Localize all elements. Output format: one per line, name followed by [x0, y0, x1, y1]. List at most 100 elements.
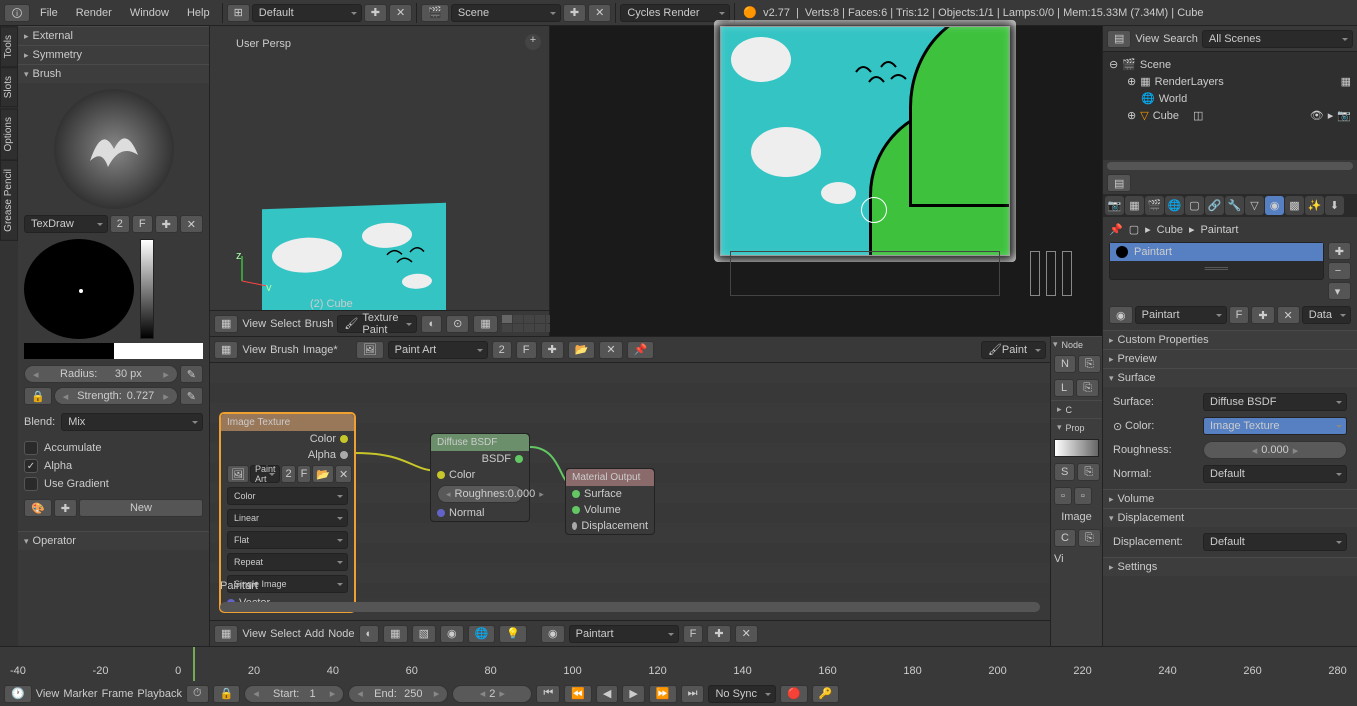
prev-key-icon[interactable]: ⏪ — [564, 685, 592, 703]
normal-dd[interactable]: Default — [1203, 465, 1347, 483]
panel-preview[interactable]: Preview — [1103, 349, 1357, 368]
slot-remove[interactable]: − — [1328, 262, 1351, 280]
shader-obj-icon[interactable]: ◉ — [440, 625, 464, 643]
node-diffuse-bsdf[interactable]: Diffuse BSDF BSDF Color Roughnes:0.000 N… — [430, 433, 530, 522]
shading-icon[interactable]: ◐ — [421, 315, 442, 333]
bc-mat[interactable]: Paintart — [1200, 224, 1238, 236]
mat-link[interactable]: Data — [1302, 306, 1351, 324]
ptab-world[interactable]: 🌐 — [1165, 196, 1184, 215]
outliner-view[interactable]: View — [1135, 33, 1159, 45]
node-canvas[interactable]: Image Texture Color Alpha 🖼 Paint Art 2 … — [210, 363, 1050, 598]
material-slot-list[interactable]: Paintart ═══ — [1109, 242, 1324, 280]
image-users[interactable]: 2 — [492, 341, 512, 359]
nside-color[interactable]: C — [1051, 400, 1102, 418]
menu-file[interactable]: File — [32, 3, 66, 23]
layout-icon[interactable]: ⊞ — [227, 4, 250, 22]
mat-browse[interactable]: ◉ — [1109, 306, 1133, 324]
start-field[interactable]: Start:1 — [244, 685, 344, 703]
node-node[interactable]: Node — [328, 628, 354, 640]
panel-surface[interactable]: Surface — [1103, 368, 1357, 387]
tree-type-shader-icon[interactable]: ◐ — [359, 625, 380, 643]
uv-view[interactable]: View — [242, 344, 266, 356]
color-bar[interactable] — [24, 343, 203, 359]
scene-add[interactable]: ✚ — [563, 4, 586, 22]
uv-brush[interactable]: Brush — [270, 344, 299, 356]
vp3d-select[interactable]: Select — [270, 318, 301, 330]
radius-field[interactable]: Radius:30 px — [24, 365, 178, 383]
slot-add[interactable]: ✚ — [1328, 242, 1351, 260]
tl-range-icon[interactable]: ⏱ — [186, 685, 209, 703]
brush-add[interactable]: ✚ — [155, 215, 178, 233]
strength-field[interactable]: Strength:0.727 — [54, 387, 178, 405]
brush-fake[interactable]: F — [132, 215, 153, 233]
layout-add[interactable]: ✚ — [364, 4, 387, 22]
panel-volume[interactable]: Volume — [1103, 489, 1357, 508]
cur-frame[interactable]: 2 — [452, 685, 532, 703]
panel-operator[interactable]: Operator — [18, 531, 209, 550]
vtab-slots[interactable]: Slots — [0, 67, 18, 107]
vp3d-view[interactable]: View — [242, 318, 266, 330]
panel-settings[interactable]: Settings — [1103, 557, 1357, 576]
outliner-search[interactable]: Search — [1163, 33, 1198, 45]
palette-icon[interactable]: 🎨 — [24, 499, 52, 517]
editor-type-props-icon[interactable]: ▤ — [1107, 174, 1131, 192]
image-name[interactable]: Paint Art — [388, 341, 488, 359]
pin-icon[interactable]: 📌 — [1109, 223, 1123, 236]
panel-symmetry[interactable]: Symmetry — [18, 45, 209, 64]
editor-type-3d-icon[interactable]: ▦ — [214, 315, 238, 333]
ptab-modifier[interactable]: 🔧 — [1225, 196, 1244, 215]
tree-world[interactable]: World — [1159, 93, 1188, 105]
nside-prop[interactable]: Prop — [1051, 418, 1102, 436]
sync-dd[interactable]: No Sync — [708, 685, 776, 703]
surface-dd[interactable]: Diffuse BSDF — [1203, 393, 1347, 411]
engine-dropdown[interactable]: Cycles Render — [620, 4, 730, 22]
scene-icon[interactable]: 🎬 — [421, 4, 449, 22]
palette-new[interactable]: New — [79, 499, 203, 517]
view-expand-icon[interactable]: + — [525, 34, 541, 50]
vtab-options[interactable]: Options — [0, 108, 18, 160]
image-open[interactable]: 📂 — [568, 341, 596, 359]
palette-add[interactable]: ✚ — [54, 499, 77, 517]
scene-del[interactable]: ✕ — [588, 4, 611, 22]
editor-type-outliner-icon[interactable]: ▤ — [1107, 30, 1131, 48]
alpha-check[interactable] — [24, 459, 38, 473]
node-mat-add[interactable]: ✚ — [707, 625, 730, 643]
autokey-icon[interactable]: 🔴 — [780, 685, 808, 703]
pivot-icon[interactable]: ⊙ — [446, 315, 469, 333]
nside-node[interactable]: Node — [1051, 336, 1102, 352]
image-unlink[interactable]: ✕ — [599, 341, 622, 359]
brush-color-ramp[interactable] — [140, 239, 154, 339]
ptab-particles[interactable]: ✨ — [1305, 196, 1324, 215]
ptab-constraint[interactable]: 🔗 — [1205, 196, 1224, 215]
keying-set-icon[interactable]: 🔑 — [812, 685, 840, 703]
layout-del[interactable]: ✕ — [389, 4, 412, 22]
node-scrollbar[interactable] — [220, 602, 1040, 612]
mat-fake[interactable]: F — [1229, 306, 1250, 324]
editor-type-timeline-icon[interactable]: 🕐 — [4, 685, 32, 703]
play-icon[interactable]: ▶ — [622, 685, 644, 703]
radius-pressure-icon[interactable]: ✎ — [180, 365, 203, 383]
panel-disp[interactable]: Displacement — [1103, 508, 1357, 527]
end-field[interactable]: End:250 — [348, 685, 448, 703]
brush-users[interactable]: 2 — [110, 215, 130, 233]
image-browse-icon[interactable]: 🖼 — [356, 341, 384, 359]
tl-marker[interactable]: Marker — [63, 688, 97, 700]
node-view[interactable]: View — [242, 628, 266, 640]
slot-menu[interactable]: ▾ — [1328, 282, 1351, 300]
brush-preview[interactable] — [54, 89, 174, 209]
node-label-icon[interactable]: ⎘ — [1078, 355, 1101, 373]
brush-unlink[interactable]: ✕ — [180, 215, 203, 233]
rough-field[interactable]: 0.000 — [1203, 441, 1347, 459]
uv-image[interactable]: Image* — [303, 344, 338, 356]
vtab-tools[interactable]: Tools — [0, 26, 18, 67]
mat-add[interactable]: ✚ — [1251, 306, 1274, 324]
strength-pressure-icon[interactable]: ✎ — [180, 387, 203, 405]
jump-start-icon[interactable]: ⏮ — [536, 685, 560, 703]
color-dd[interactable]: Image Texture — [1203, 417, 1347, 435]
outliner-scrollbar[interactable] — [1107, 162, 1353, 170]
vtab-grease[interactable]: Grease Pencil — [0, 160, 18, 241]
shader-world-icon[interactable]: 🌐 — [468, 625, 496, 643]
strength-lock-icon[interactable]: 🔒 — [24, 387, 52, 405]
mat-unlink[interactable]: ✕ — [1277, 306, 1300, 324]
node-add[interactable]: Add — [305, 628, 325, 640]
